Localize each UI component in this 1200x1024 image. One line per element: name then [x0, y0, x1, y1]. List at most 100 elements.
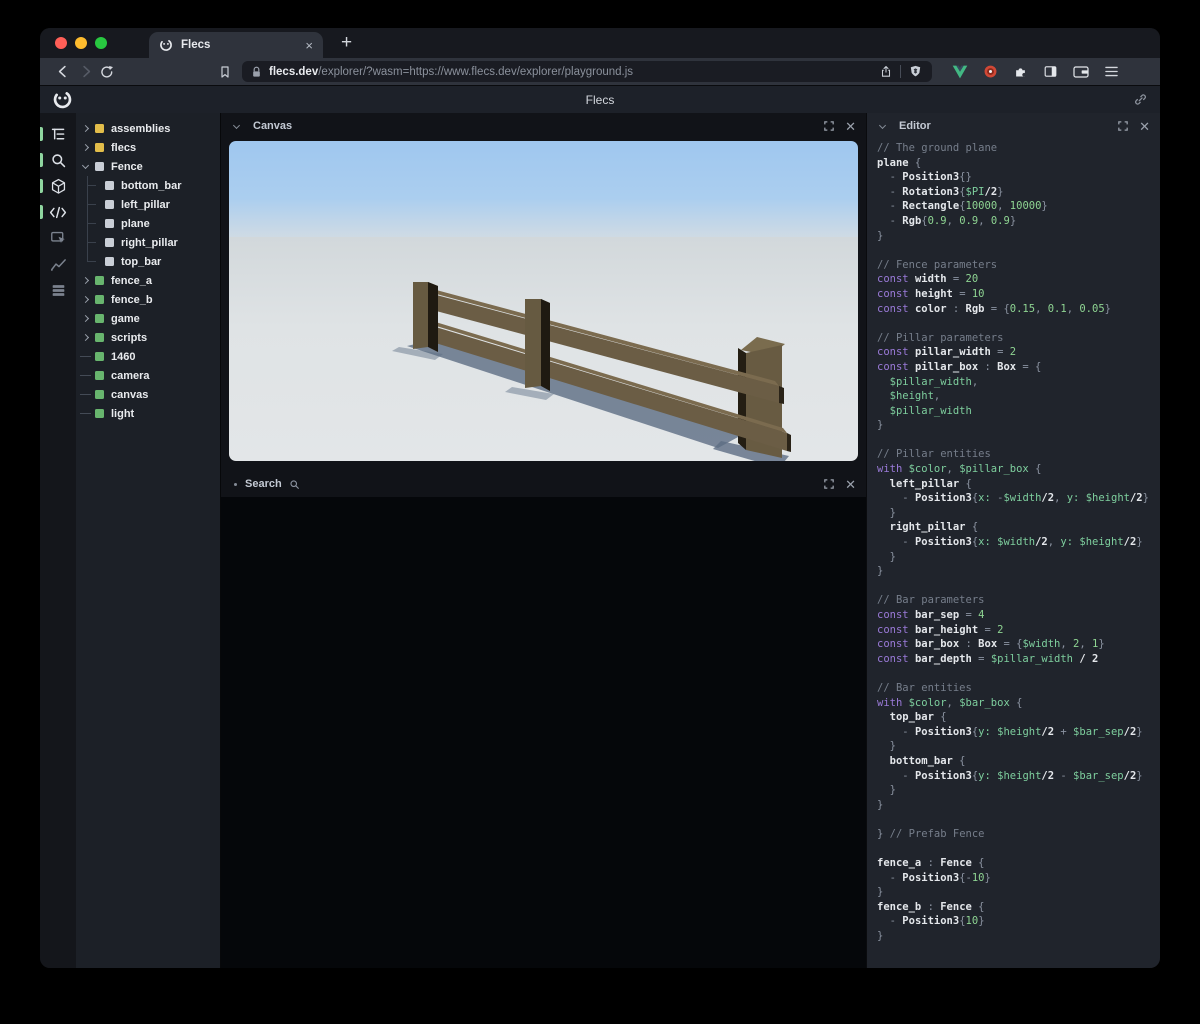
entity-square-icon	[105, 238, 114, 247]
canvas-panel-header: Canvas ✕	[221, 113, 866, 139]
tree-item-game[interactable]: game	[76, 309, 220, 328]
editor-code[interactable]: // The ground plane plane { - Position3{}…	[867, 139, 1160, 944]
tree-item-flecs[interactable]: flecs	[76, 138, 220, 157]
tree-item-left_pillar[interactable]: left_pillar	[76, 195, 220, 214]
url-path: /explorer/?wasm=https://www.flecs.dev/ex…	[318, 65, 634, 78]
code-line: } // Prefab Fence	[877, 827, 985, 840]
code-editor-icon[interactable]	[40, 199, 76, 225]
close-panel-icon[interactable]: ✕	[845, 120, 856, 133]
new-tab-button[interactable]: +	[341, 32, 352, 54]
canvas-panel-title: Canvas	[253, 120, 293, 132]
tree-item-camera[interactable]: camera	[76, 366, 220, 385]
url-bar[interactable]: flecs.dev /explorer/?wasm=https://www.fl…	[242, 61, 932, 82]
code-line: $pillar_width,	[877, 375, 979, 388]
tab-close-icon[interactable]: ×	[305, 39, 313, 52]
menu-hamburger-icon[interactable]	[1104, 65, 1119, 78]
code-line: const width = 20	[877, 273, 979, 286]
browser-toolbar: flecs.dev /explorer/?wasm=https://www.fl…	[40, 58, 1160, 85]
queries-icon[interactable]	[40, 277, 76, 303]
code-line: - Rotation3{$PI/2}	[877, 185, 1004, 198]
search-panel-title: Search	[245, 478, 282, 490]
page-title: Flecs	[585, 92, 615, 107]
tree-item-top_bar[interactable]: top_bar	[76, 252, 220, 271]
tree-item-bottom_bar[interactable]: bottom_bar	[76, 176, 220, 195]
app-header: Flecs	[40, 85, 1160, 113]
reload-icon[interactable]	[96, 61, 118, 83]
tree-item-label: fence_a	[111, 274, 152, 287]
tree-item-label: bottom_bar	[121, 179, 182, 192]
extensions-puzzle-icon[interactable]	[1013, 64, 1028, 79]
canvas-column: Canvas ✕ Search ✕	[221, 113, 866, 968]
tree-item-1460[interactable]: 1460	[76, 347, 220, 366]
code-line: left_pillar {	[877, 477, 972, 490]
tree-item-label: scripts	[111, 331, 148, 344]
close-window-button[interactable]	[55, 37, 67, 49]
tree-item-right_pillar[interactable]: right_pillar	[76, 233, 220, 252]
code-line: plane {	[877, 156, 922, 169]
canvas-3d-icon[interactable]	[40, 173, 76, 199]
code-line: - Position3{-10}	[877, 871, 991, 884]
fullscreen-icon[interactable]	[824, 479, 834, 489]
code-line: // Bar parameters	[877, 594, 985, 607]
code-line: - Position3{y: $height/2 + $bar_sep/2}	[877, 725, 1143, 738]
vue-devtools-icon[interactable]	[952, 65, 968, 79]
tree-item-canvas[interactable]: canvas	[76, 385, 220, 404]
tree-item-fence_b[interactable]: fence_b	[76, 290, 220, 309]
tree-item-label: light	[111, 407, 135, 420]
browser-tab[interactable]: Flecs ×	[149, 32, 323, 58]
entity-square-icon	[95, 295, 104, 304]
tree-item-Fence[interactable]: Fence	[76, 157, 220, 176]
tree-item-label: assemblies	[111, 122, 171, 135]
tree-item-label: left_pillar	[121, 198, 170, 211]
entity-square-icon	[95, 409, 104, 418]
code-line: }	[877, 229, 884, 242]
entity-tree-icon[interactable]	[40, 121, 76, 147]
tree-item-assemblies[interactable]: assemblies	[76, 119, 220, 138]
editor-panel-title: Editor	[899, 120, 931, 132]
fullscreen-icon[interactable]	[1118, 121, 1128, 131]
tree-item-scripts[interactable]: scripts	[76, 328, 220, 347]
red-extension-icon[interactable]	[983, 64, 998, 79]
canvas-3d-viewport[interactable]	[229, 141, 858, 461]
tab-bar: Flecs × +	[40, 28, 1160, 58]
code-line: }	[877, 784, 896, 797]
code-line: const height = 10	[877, 287, 985, 300]
search-results-area[interactable]	[221, 497, 866, 968]
code-line: - Position3{y: $height/2 - $bar_sep/2}	[877, 769, 1143, 782]
tree-item-light[interactable]: light	[76, 404, 220, 423]
fence-scene	[229, 141, 858, 461]
entity-square-icon	[95, 352, 104, 361]
tree-item-plane[interactable]: plane	[76, 214, 220, 233]
forward-icon[interactable]	[74, 61, 96, 83]
search-panel-header: Search ✕	[221, 471, 866, 497]
tree-item-fence_a[interactable]: fence_a	[76, 271, 220, 290]
entity-square-icon	[105, 257, 114, 266]
zoom-window-button[interactable]	[95, 37, 107, 49]
minimize-window-button[interactable]	[75, 37, 87, 49]
brave-shield-icon[interactable]	[908, 64, 923, 79]
bookmarks-icon[interactable]	[214, 61, 236, 83]
search-icon[interactable]	[40, 147, 76, 173]
share-icon[interactable]	[879, 64, 893, 79]
close-panel-icon[interactable]: ✕	[845, 478, 856, 491]
url-domain: flecs.dev	[269, 65, 319, 78]
close-panel-icon[interactable]: ✕	[1139, 120, 1150, 133]
fullscreen-icon[interactable]	[824, 121, 834, 131]
wallet-icon[interactable]	[1073, 65, 1089, 79]
code-line: const color : Rgb = {0.15, 0.1, 0.05}	[877, 302, 1111, 315]
back-icon[interactable]	[52, 61, 74, 83]
toolbar-divider	[900, 65, 901, 78]
tree-item-label: top_bar	[121, 255, 162, 268]
panel-dot-icon[interactable]	[234, 482, 237, 486]
code-line: with $color, $pillar_box {	[877, 463, 1042, 476]
inspector-icon[interactable]	[40, 225, 76, 251]
collapse-chevron-icon[interactable]	[232, 121, 241, 129]
editor-panel-header: Editor ✕	[867, 113, 1160, 139]
code-line: fence_a : Fence {	[877, 857, 985, 870]
sidebar-toggle-icon[interactable]	[1043, 64, 1058, 79]
stats-chart-icon[interactable]	[40, 251, 76, 277]
extensions-row	[952, 64, 1119, 79]
entity-square-icon	[95, 333, 104, 342]
collapse-chevron-icon[interactable]	[878, 121, 887, 129]
